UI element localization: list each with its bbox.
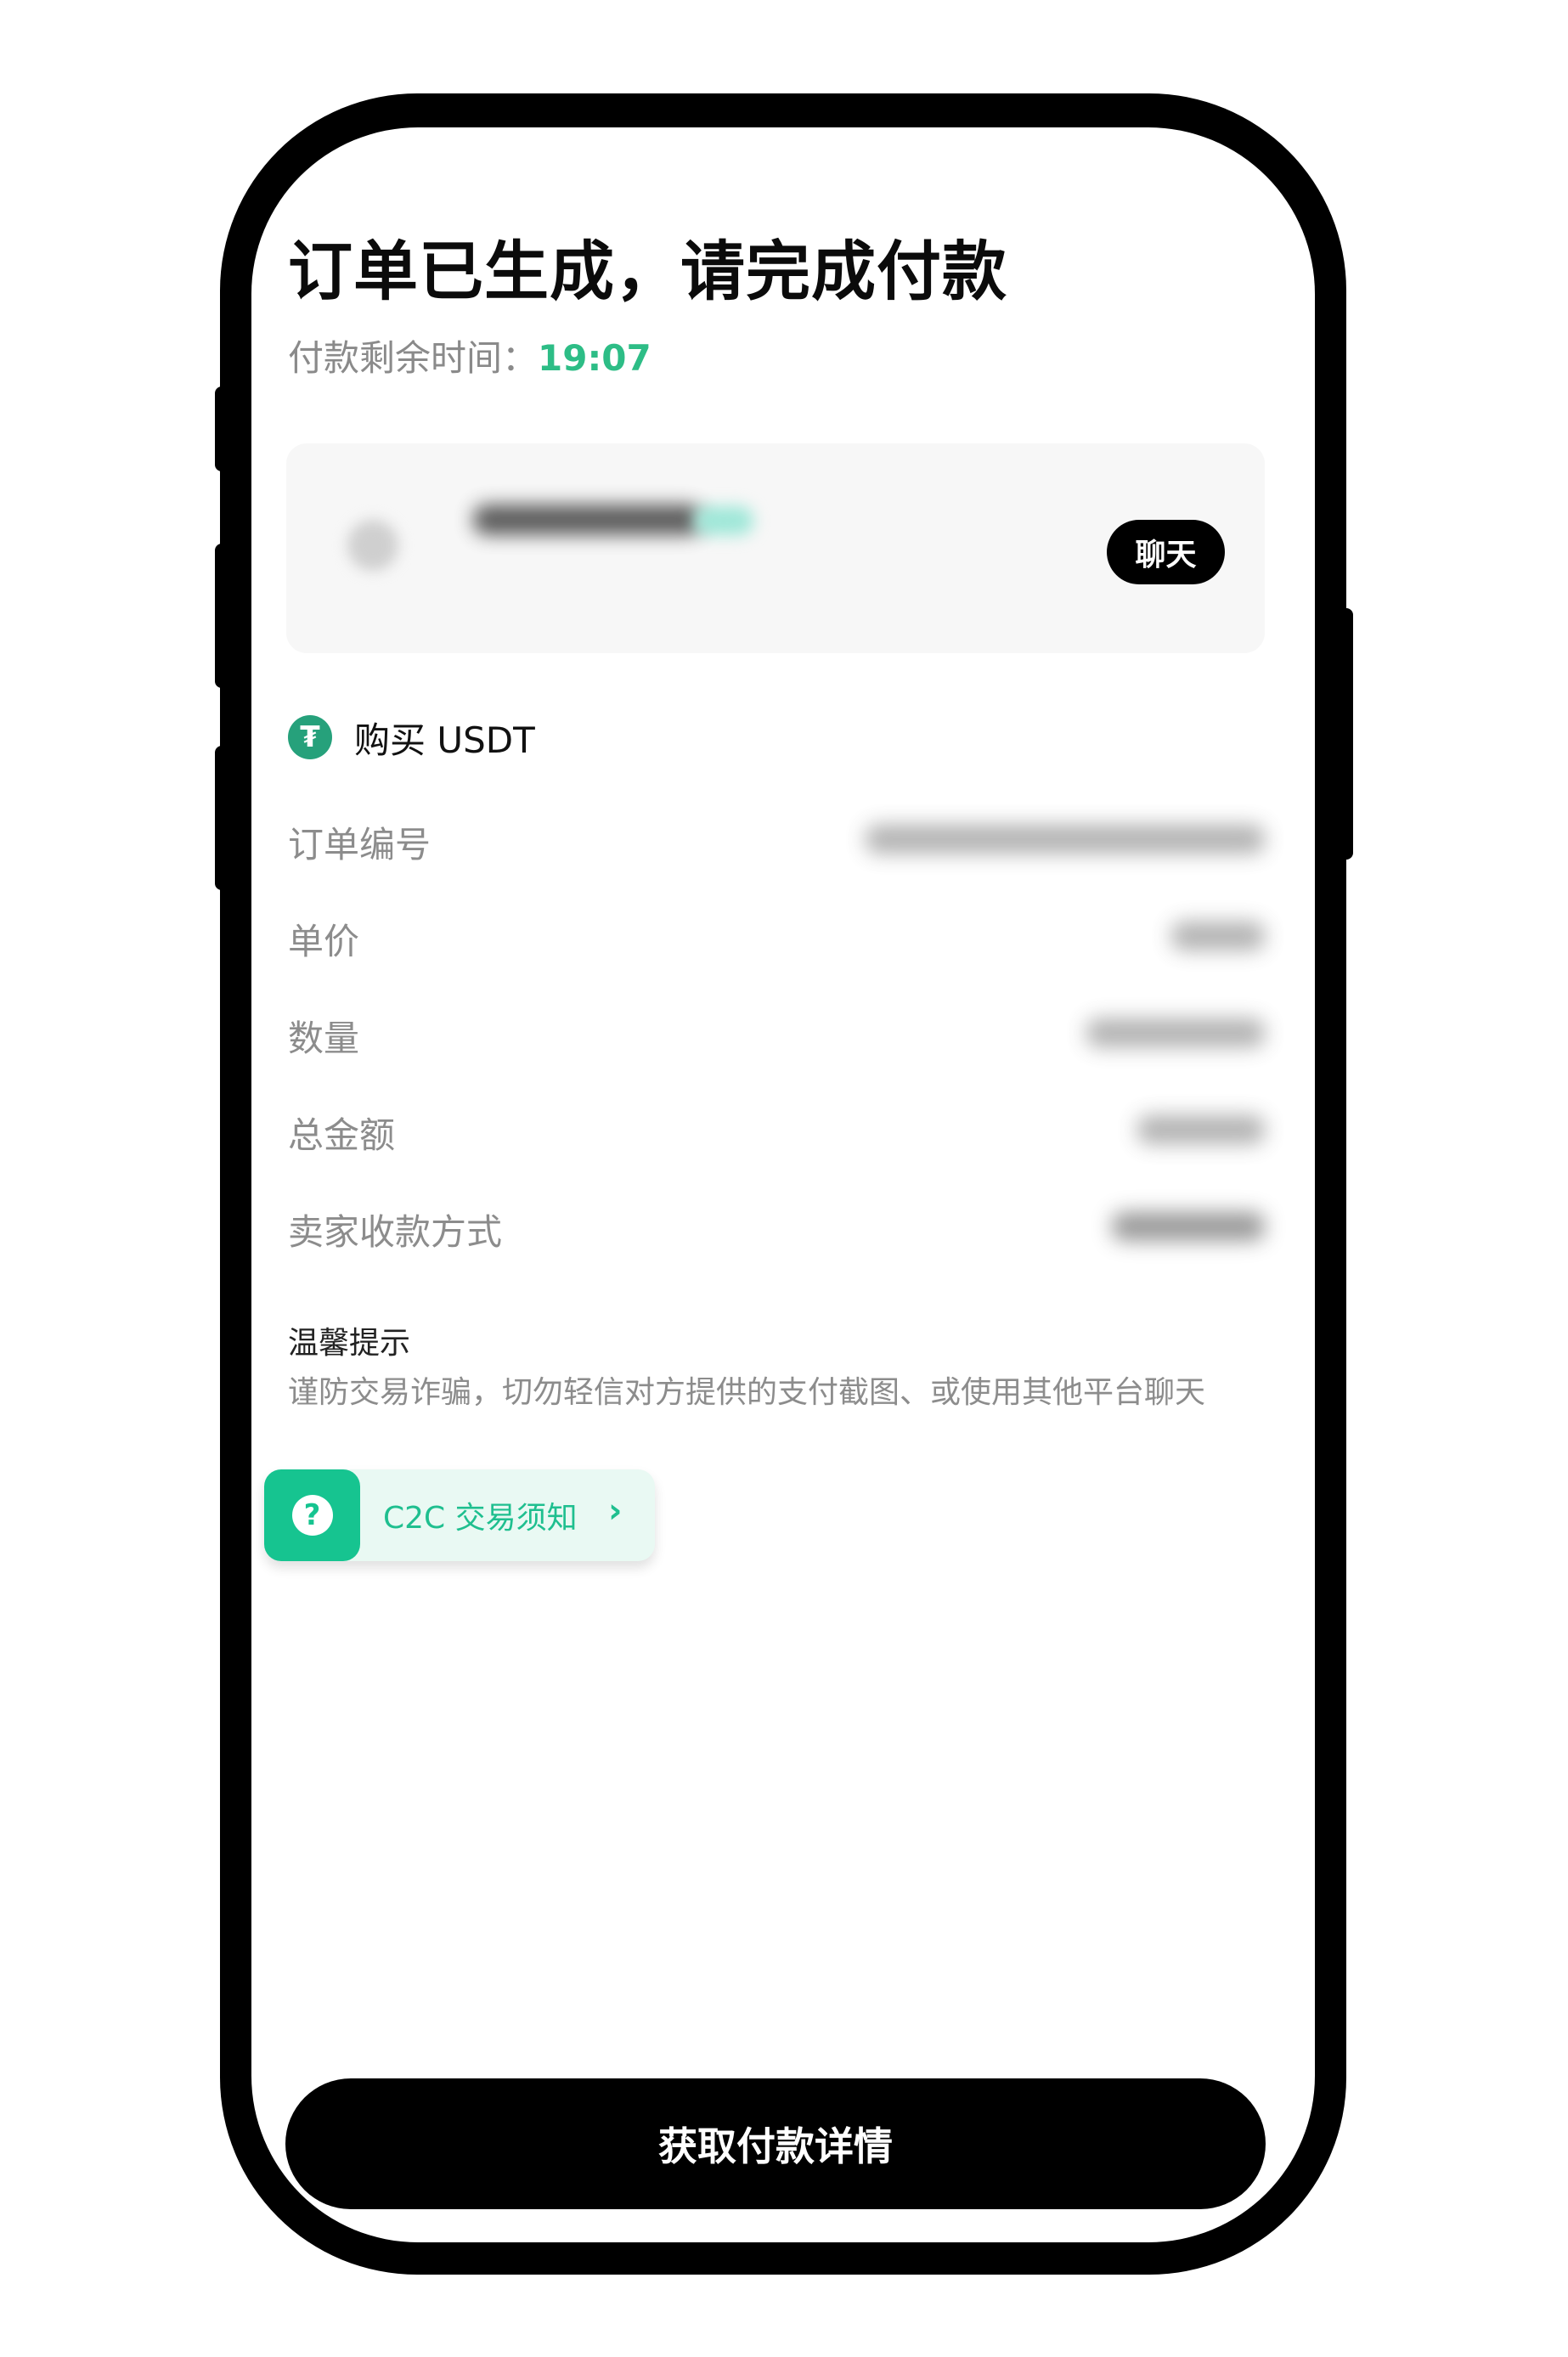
unit-price-row: 单价 <box>288 906 1265 966</box>
page-title: 订单已生成，请完成付款 <box>288 234 1007 309</box>
buy-label: 购买 USDT <box>354 719 535 761</box>
quantity-value-redacted <box>1086 1018 1265 1047</box>
get-payment-details-button[interactable]: 获取付款详情 <box>285 2078 1266 2209</box>
seller-avatar <box>347 520 398 571</box>
c2c-notice-button[interactable]: ? C2C 交易须知 › <box>264 1469 655 1561</box>
order-number-value-redacted <box>866 825 1265 854</box>
side-button-left-1 <box>215 386 232 471</box>
unit-price-label: 单价 <box>288 921 360 962</box>
side-button-left-2 <box>215 544 232 688</box>
seller-card: 聊天 <box>286 443 1265 653</box>
chevron-right-icon: › <box>608 1491 623 1531</box>
tips-text: 谨防交易诈骗，切勿轻信对方提供的支付截图、或使用其他平台聊天 <box>288 1375 1206 1410</box>
seller-name-redacted <box>473 505 702 535</box>
total-amount-label: 总金额 <box>288 1114 396 1156</box>
quantity-label: 数量 <box>288 1018 360 1059</box>
phone-screen: 订单已生成，请完成付款 付款剩余时间：19:07 聊天 ₮ 购买 USDT 订单… <box>251 127 1315 2242</box>
total-amount-row: 总金额 <box>288 1100 1265 1159</box>
c2c-notice-label: C2C 交易须知 <box>383 1501 578 1536</box>
unit-price-value-redacted <box>1171 922 1265 950</box>
payment-countdown: 付款剩余时间：19:07 <box>288 330 651 381</box>
help-icon: ? <box>264 1469 360 1561</box>
buy-usdt-heading: ₮ 购买 USDT <box>288 712 535 763</box>
seller-badge-redacted <box>694 506 753 535</box>
payment-method-value-redacted <box>1112 1212 1265 1241</box>
total-amount-value-redacted <box>1137 1115 1265 1144</box>
chat-button[interactable]: 聊天 <box>1107 520 1225 584</box>
tips-title: 温馨提示 <box>288 1326 411 1361</box>
quantity-row: 数量 <box>288 1003 1265 1063</box>
payment-method-label: 卖家收款方式 <box>288 1211 503 1253</box>
usdt-icon: ₮ <box>288 715 332 759</box>
order-number-label: 订单编号 <box>288 824 431 866</box>
countdown-value: 19:07 <box>538 337 651 379</box>
side-button-right <box>1336 608 1353 860</box>
payment-method-row: 卖家收款方式 <box>288 1197 1265 1256</box>
order-number-row: 订单编号 <box>288 809 1265 869</box>
countdown-label: 付款剩余时间： <box>288 337 539 379</box>
side-button-left-3 <box>215 746 232 890</box>
